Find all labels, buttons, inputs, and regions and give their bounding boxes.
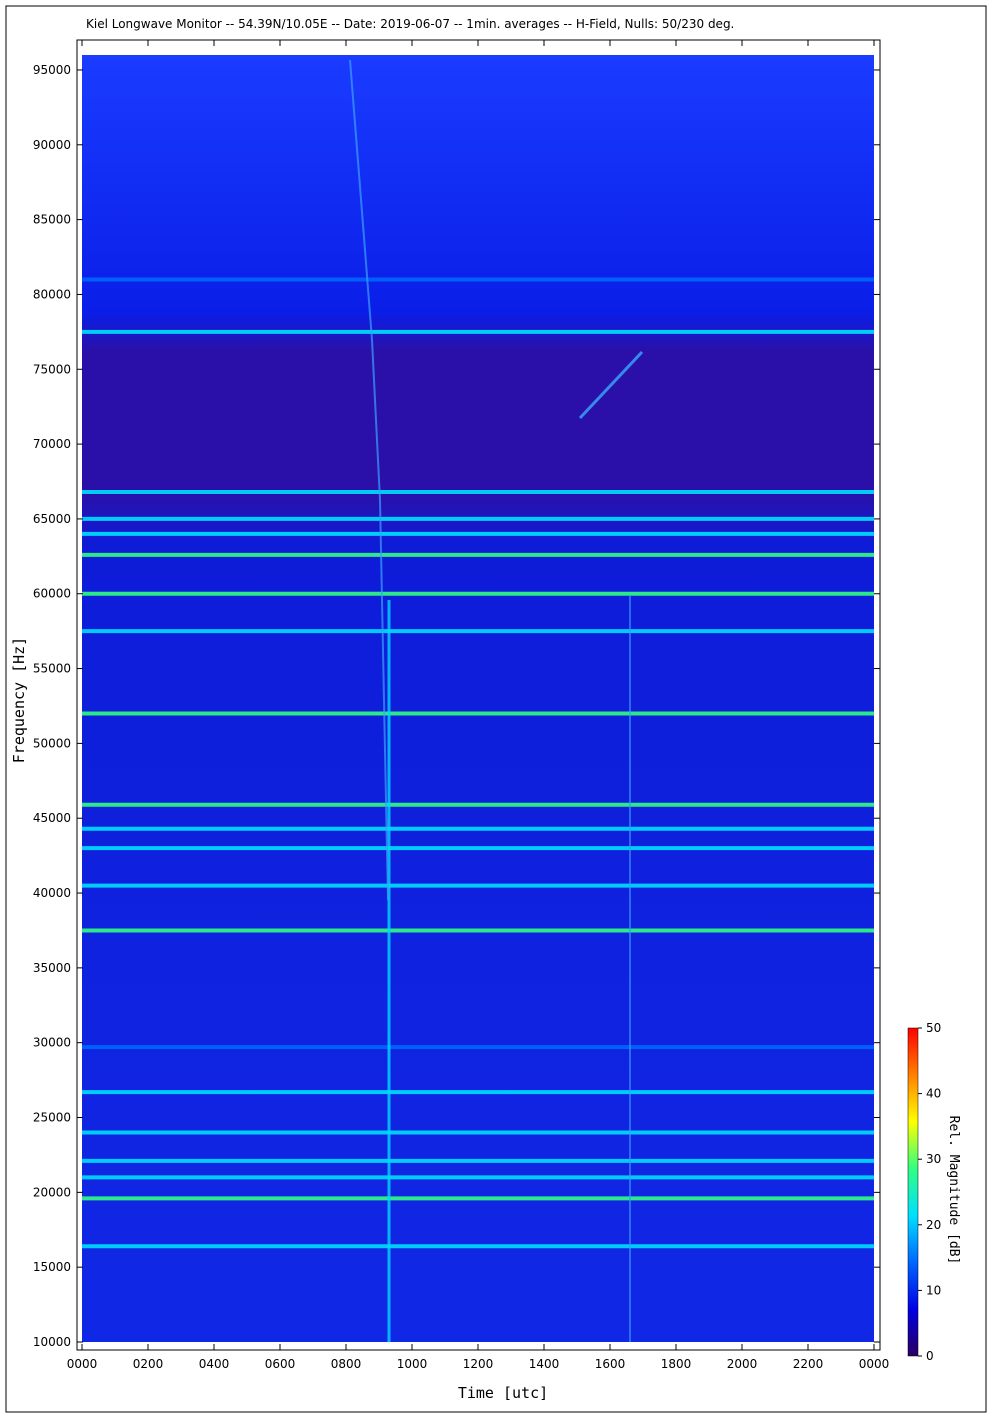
y-tick-label: 85000	[33, 213, 71, 227]
x-tick-label: 1000	[397, 1357, 428, 1371]
x-axis-label: Time [utc]	[458, 1384, 548, 1402]
x-tick-label: 0600	[265, 1357, 296, 1371]
x-tick-label: 0200	[133, 1357, 164, 1371]
y-tick-label: 90000	[33, 138, 71, 152]
x-tick-label: 0000	[859, 1357, 890, 1371]
y-tick-label: 50000	[33, 736, 71, 750]
y-tick-label: 30000	[33, 1036, 71, 1050]
y-tick-label: 45000	[33, 811, 71, 825]
colorbar-tick-label: 40	[926, 1087, 941, 1101]
y-tick-label: 80000	[33, 287, 71, 301]
y-tick-label: 75000	[33, 362, 71, 376]
y-axis-label: Frequency [Hz]	[10, 637, 28, 763]
y-tick-label: 40000	[33, 886, 71, 900]
y-tick-label: 95000	[33, 63, 71, 77]
colorbar-tick-label: 20	[926, 1218, 941, 1232]
colorbar-tick-label: 0	[926, 1349, 934, 1363]
y-tick-label: 70000	[33, 437, 71, 451]
x-tick-label: 0000	[67, 1357, 98, 1371]
x-tick-label: 2000	[727, 1357, 758, 1371]
colorbar-label: Rel. Magnitude [dB]	[946, 1116, 961, 1265]
colorbar-scale	[907, 1027, 919, 1357]
colorbar-ticks: 0 10 20 30 40 50	[918, 1021, 941, 1363]
x-tick-label: 0800	[331, 1357, 362, 1371]
y-tick-label: 20000	[33, 1185, 71, 1199]
y-tick-label: 35000	[33, 961, 71, 975]
y-tick-label: 10000	[33, 1335, 71, 1349]
colorbar: 0 10 20 30 40 50 Rel. Magnitude [dB]	[907, 1021, 961, 1363]
x-tick-label: 1400	[529, 1357, 560, 1371]
y-tick-label: 25000	[33, 1111, 71, 1125]
x-tick-label: 2200	[793, 1357, 824, 1371]
x-tick-label: 1600	[595, 1357, 626, 1371]
y-tick-label: 60000	[33, 587, 71, 601]
chart-title: Kiel Longwave Monitor -- 54.39N/10.05E -…	[86, 17, 734, 31]
spectrogram-chart: Kiel Longwave Monitor -- 54.39N/10.05E -…	[5, 5, 987, 1413]
plot-area	[82, 55, 874, 1342]
colorbar-tick-label: 10	[926, 1283, 941, 1297]
y-tick-label: 15000	[33, 1260, 71, 1274]
x-tick-label: 1200	[463, 1357, 494, 1371]
colorbar-tick-label: 50	[926, 1021, 941, 1035]
y-tick-label: 65000	[33, 512, 71, 526]
colorbar-tick-label: 30	[926, 1152, 941, 1166]
y-tick-label: 55000	[33, 662, 71, 676]
plot-background	[82, 55, 874, 1342]
x-tick-label: 0400	[199, 1357, 230, 1371]
x-tick-label: 1800	[661, 1357, 692, 1371]
